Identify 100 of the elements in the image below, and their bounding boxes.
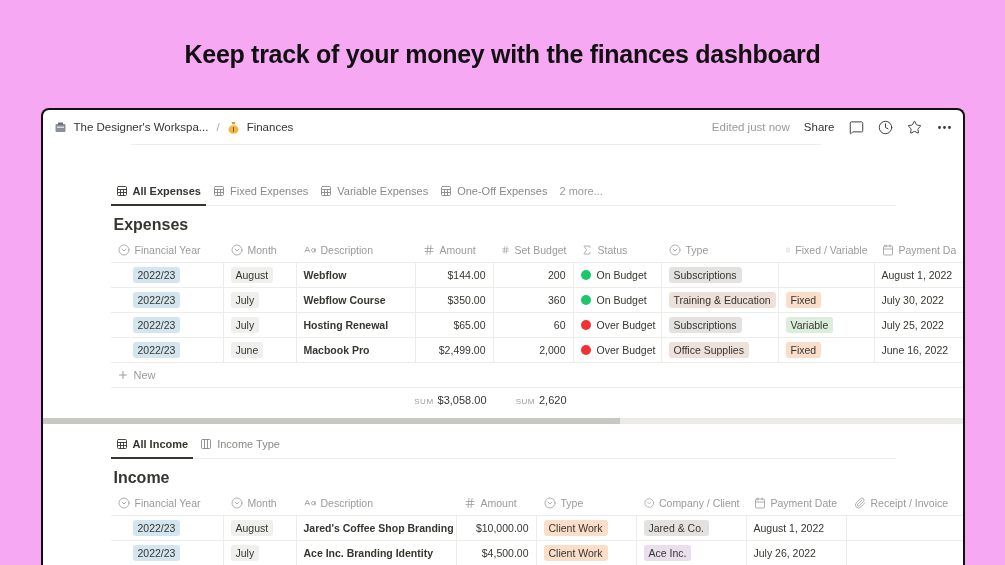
- column-header: Amount: [439, 244, 476, 256]
- column-header: Payment Date: [770, 497, 838, 509]
- tag: 2022/23: [132, 267, 181, 283]
- table-cell: $144.00: [447, 269, 486, 281]
- table-cell: Webflow: [303, 269, 347, 281]
- section-title: Income: [113, 469, 171, 487]
- column-header: Month: [247, 244, 277, 256]
- calendar-icon: [753, 497, 766, 509]
- tag: 2022/23: [132, 317, 181, 333]
- tag: 2022/23: [132, 545, 181, 561]
- new-row-button[interactable]: New: [133, 369, 156, 381]
- tag: Client Work: [543, 520, 608, 536]
- column-header: Amount: [480, 497, 517, 509]
- hash-icon: [500, 244, 510, 256]
- table-cell: Hosting Renewal: [303, 319, 389, 331]
- table-cell: Macbook Pro: [303, 344, 370, 356]
- tag: 2022/23: [132, 292, 181, 308]
- table-cell: Jared's Coffee Shop Branding: [303, 522, 454, 534]
- view-tab[interactable]: Fixed Expenses: [208, 179, 314, 206]
- table-cell: $2,499.00: [438, 344, 486, 356]
- tag: Variable: [785, 317, 834, 333]
- clock-icon[interactable]: [877, 119, 893, 135]
- status-label: On Budget: [596, 269, 647, 281]
- view-tab[interactable]: One-Off Expenses: [435, 179, 553, 206]
- tag: June: [230, 342, 264, 358]
- tag: Ace Inc.: [643, 545, 692, 561]
- tag: Office Supplies: [668, 342, 749, 358]
- tag: July: [230, 545, 260, 561]
- view-tab[interactable]: All Income: [110, 432, 194, 459]
- tag: 2022/23: [132, 342, 181, 358]
- sigma-icon: [580, 244, 593, 256]
- table-cell: July 26, 2022: [753, 547, 816, 559]
- table-cell: July 30, 2022: [881, 294, 944, 306]
- tag: July: [230, 292, 260, 308]
- workspace-icon: [54, 121, 66, 133]
- hash-icon: [463, 497, 476, 509]
- table-icon: [320, 185, 333, 197]
- text-icon: [303, 244, 316, 256]
- column-header: Receipt / Invoice: [870, 497, 949, 509]
- comment-icon[interactable]: [848, 119, 864, 135]
- sum-label: SUM: [515, 397, 535, 406]
- status-label: On Budget: [596, 294, 647, 306]
- more-views-link[interactable]: 2 more...: [554, 179, 608, 205]
- column-header: Set Budget: [514, 244, 567, 256]
- table-cell: 2,000: [539, 344, 566, 356]
- share-button[interactable]: Share: [803, 121, 835, 133]
- column-header: Type: [685, 244, 709, 256]
- view-tab[interactable]: All Expenses: [110, 179, 206, 206]
- column-header: Company / Client: [658, 497, 740, 509]
- column-header: Description: [320, 497, 374, 509]
- table-icon: [440, 185, 453, 197]
- table-cell: June 16, 2022: [881, 344, 949, 356]
- status-label: Over Budget: [596, 319, 656, 331]
- tag: 2022/23: [132, 520, 181, 536]
- board-icon: [200, 438, 213, 450]
- table-cell: $65.00: [453, 319, 486, 331]
- paperclip-icon: [853, 497, 866, 509]
- edited-status: Edited just now: [711, 121, 790, 133]
- view-tab[interactable]: Variable Expenses: [315, 179, 434, 206]
- table-cell: August 1, 2022: [753, 522, 825, 534]
- tag: Fixed: [785, 292, 822, 308]
- plus-icon: [116, 369, 129, 381]
- table-cell: Webflow Course: [303, 294, 386, 306]
- table-cell: Ace Inc. Branding Identity: [303, 547, 434, 559]
- tag: Subscriptions: [668, 317, 742, 333]
- horizontal-scrollbar[interactable]: [42, 418, 963, 424]
- section-title: Expenses: [113, 216, 190, 234]
- calendar-icon: [881, 244, 894, 256]
- tag: August: [230, 267, 274, 283]
- column-header: Fixed / Variable: [795, 244, 868, 256]
- table-cell: $4,500.00: [481, 547, 529, 559]
- tag: Jared & Co.: [643, 520, 709, 536]
- tag: July: [230, 317, 260, 333]
- tag: Fixed: [785, 342, 822, 358]
- column-header: Description: [320, 244, 374, 256]
- table-icon: [115, 438, 128, 450]
- table-cell: 200: [547, 269, 566, 281]
- tag: August: [230, 520, 274, 536]
- table-cell: $350.00: [447, 294, 486, 306]
- tag: Subscriptions: [668, 267, 742, 283]
- breadcrumb-separator: /: [216, 121, 220, 133]
- table-cell: $10,000.00: [475, 522, 529, 534]
- star-icon[interactable]: [906, 119, 922, 135]
- view-tab[interactable]: Income Type: [195, 432, 285, 459]
- table-cell: 360: [547, 294, 566, 306]
- breadcrumb-link[interactable]: Finances: [246, 121, 294, 133]
- table-icon: [213, 185, 225, 197]
- breadcrumb-link[interactable]: The Designer's Workspa...: [73, 121, 209, 133]
- column-header: Financial Year: [134, 244, 201, 256]
- column-header: Financial Year: [134, 497, 201, 509]
- sum-value: $3,058.00: [437, 394, 487, 406]
- tag: Client Work: [543, 545, 608, 561]
- sum-value: 2,620: [538, 394, 567, 406]
- headline: Keep track of your money with the finances dashboard: [184, 40, 821, 70]
- column-header: Status: [597, 244, 628, 256]
- text-icon: [303, 497, 316, 509]
- table-cell: 60: [553, 319, 566, 331]
- tag: Training & Education: [668, 292, 776, 308]
- column-header: Payment Da: [898, 244, 957, 256]
- table-cell: July 25, 2022: [881, 319, 944, 331]
